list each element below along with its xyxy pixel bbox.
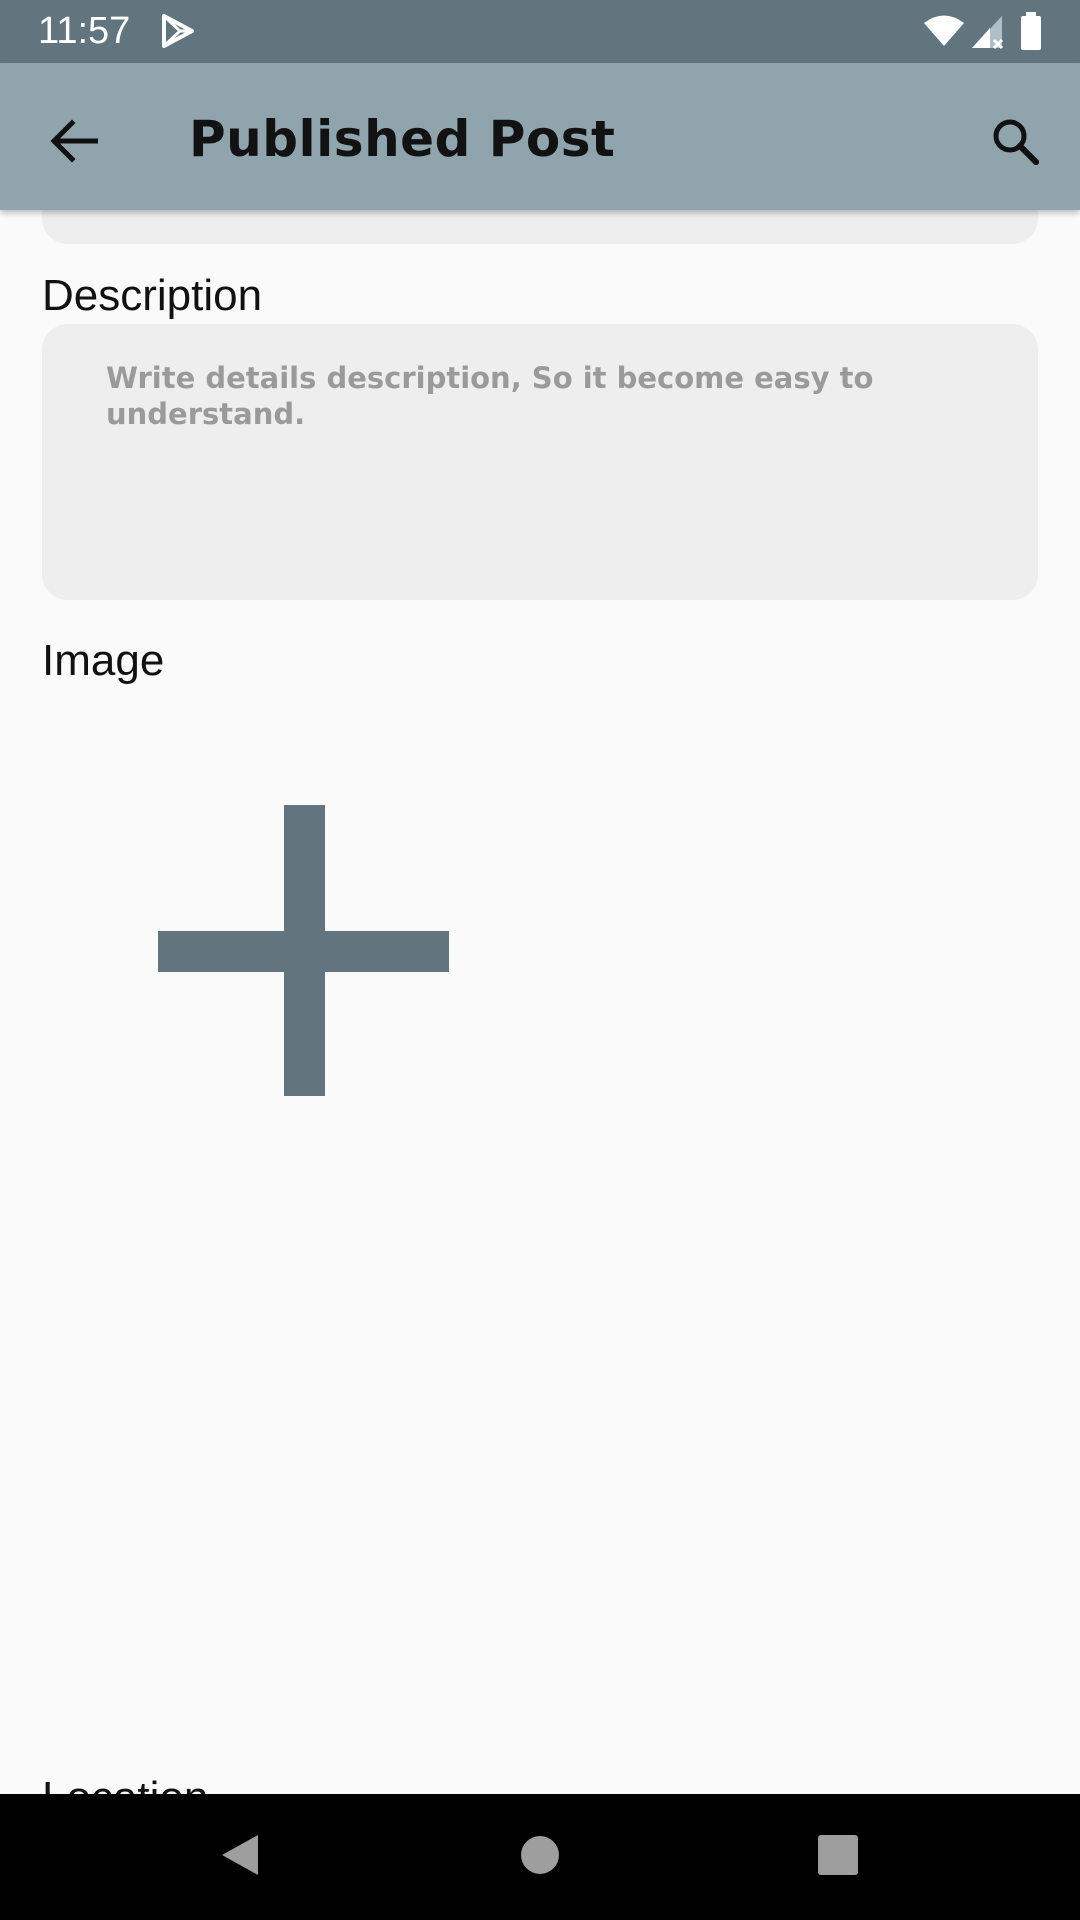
add-image-button[interactable]	[140, 790, 470, 1120]
description-label: Description	[42, 271, 263, 320]
previous-input-field[interactable]	[42, 210, 1038, 244]
nav-back-button[interactable]	[200, 1817, 280, 1897]
nav-recents-icon	[817, 1834, 859, 1880]
description-field[interactable]	[42, 324, 1038, 600]
arrow-back-icon	[50, 119, 99, 167]
nav-home-icon	[520, 1835, 560, 1879]
wifi-icon	[922, 14, 966, 52]
navigation-bar	[0, 1794, 1080, 1920]
search-icon	[991, 117, 1041, 169]
battery-icon	[1020, 12, 1042, 54]
nav-back-icon	[218, 1831, 262, 1883]
post-form[interactable]: Description Image Location	[0, 210, 1080, 1794]
play-store-icon	[160, 14, 196, 52]
location-label: Location	[42, 1772, 208, 1794]
search-button[interactable]	[975, 103, 1055, 183]
app-bar: Published Post	[0, 63, 1080, 210]
nav-recents-button[interactable]	[798, 1817, 878, 1897]
back-button[interactable]	[34, 103, 114, 183]
page-title: Published Post	[189, 110, 616, 168]
image-label: Image	[42, 636, 165, 685]
signal-icon	[970, 14, 1006, 54]
status-bar: 11:57	[0, 0, 1080, 63]
screen: 11:57 Published Post Description Write d…	[0, 0, 1080, 1920]
status-time: 11:57	[38, 10, 131, 52]
nav-home-button[interactable]	[500, 1817, 580, 1897]
